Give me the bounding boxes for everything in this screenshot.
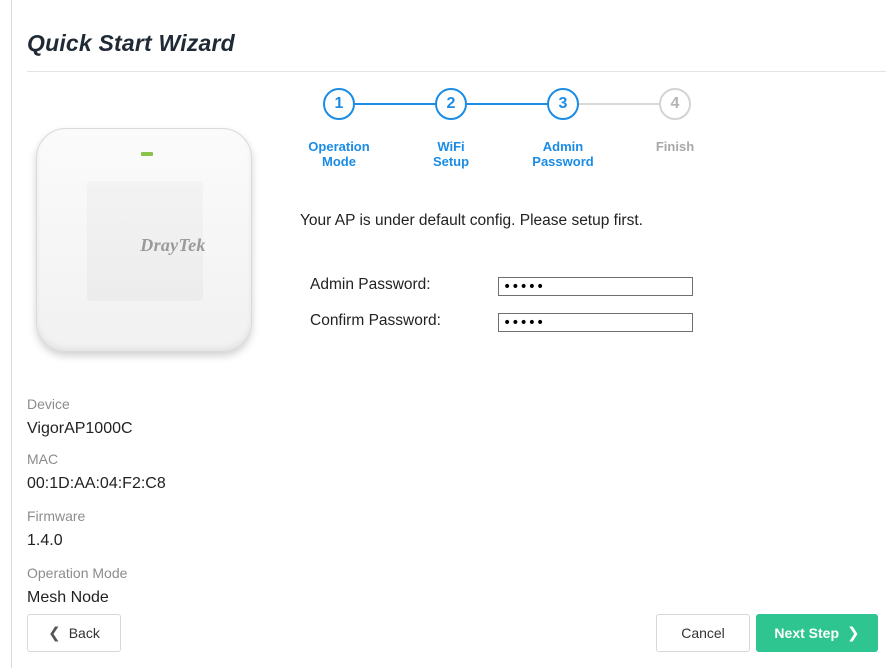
title-divider [27, 71, 886, 72]
device-label: Device [27, 396, 70, 412]
step-4-label: Finish [630, 139, 720, 154]
step-connector-1 [355, 103, 437, 105]
operation-mode-label: Operation Mode [27, 565, 128, 581]
firmware-value: 1.4.0 [27, 532, 63, 549]
mac-value: 00:1D:AA:04:F2:C8 [27, 475, 166, 492]
step-3-label: Admin Password [518, 139, 608, 169]
device-led-icon [141, 152, 153, 156]
left-divider [11, 0, 12, 668]
step-1-label-line2: Mode [322, 154, 356, 169]
device-image: DrayTek [36, 128, 252, 352]
step-2-label-line2: Setup [432, 154, 470, 169]
step-4-label-line1: Finish [655, 139, 695, 154]
cancel-button[interactable]: Cancel [656, 614, 750, 652]
chevron-left-icon: ❮ [48, 625, 61, 642]
step-1-circle: 1 [323, 88, 355, 120]
back-button[interactable]: ❮ Back [27, 614, 121, 652]
admin-password-input[interactable] [498, 277, 693, 296]
step-connector-3 [579, 103, 661, 105]
step-2-label-line1: WiFi [437, 139, 465, 154]
step-connector-2 [467, 103, 549, 105]
confirm-password-label: Confirm Password: [310, 312, 441, 329]
step-3-circle: 3 [547, 88, 579, 120]
default-config-notice: Your AP is under default config. Please … [300, 212, 643, 229]
device-logo: DrayTek [140, 235, 206, 255]
admin-password-label: Admin Password: [310, 276, 431, 293]
step-4-circle: 4 [659, 88, 691, 120]
step-3-label-line2: Password [532, 154, 594, 169]
step-2-label: WiFi Setup [406, 139, 496, 169]
confirm-password-input[interactable] [498, 313, 693, 332]
step-1-label: Operation Mode [294, 139, 384, 169]
next-step-button-label: Next Step [774, 625, 839, 641]
device-value: VigorAP1000C [27, 420, 133, 437]
chevron-right-icon: ❯ [847, 625, 860, 642]
step-1-label-line1: Operation [308, 139, 370, 154]
back-button-label: Back [68, 625, 100, 641]
cancel-button-label: Cancel [681, 625, 725, 641]
page-title: Quick Start Wizard [27, 30, 235, 56]
firmware-label: Firmware [27, 508, 86, 524]
operation-mode-value: Mesh Node [27, 589, 109, 606]
mac-label: MAC [27, 451, 59, 467]
step-3-label-line1: Admin [542, 139, 584, 154]
next-step-button[interactable]: Next Step ❯ [756, 614, 878, 652]
step-2-circle: 2 [435, 88, 467, 120]
